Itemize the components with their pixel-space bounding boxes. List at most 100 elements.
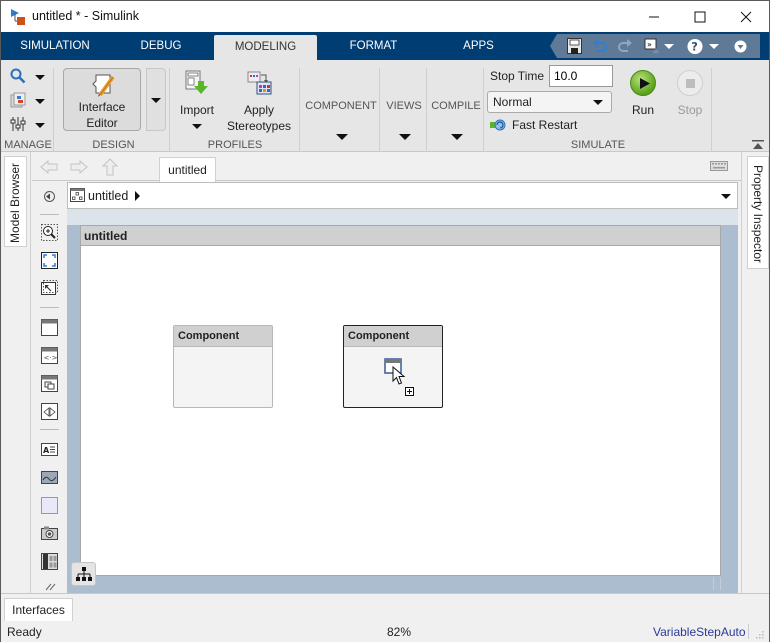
reference-component-icon[interactable]: <·> — [41, 347, 58, 364]
minimize-button[interactable] — [631, 1, 677, 32]
simulink-window: untitled * - Simulink SIMULATION DEBUG M… — [0, 0, 770, 642]
canvas-grip — [713, 577, 737, 590]
apply-stereotypes-button[interactable]: Apply Stereotypes — [224, 68, 294, 134]
area-icon[interactable] — [41, 497, 58, 514]
import-dropdown-icon — [192, 124, 202, 129]
adapter-icon[interactable] — [41, 403, 58, 420]
hierarchy-icon — [76, 567, 92, 581]
component-name: Component — [344, 326, 442, 347]
parameters-button[interactable] — [10, 116, 46, 134]
canvas-frame — [67, 225, 80, 576]
interface-editor-label-line2: Editor — [86, 116, 118, 130]
interfaces-tab[interactable]: Interfaces — [4, 598, 73, 622]
parameters-dropdown-icon — [35, 123, 45, 128]
keyboard-icon[interactable] — [710, 161, 728, 171]
screenshot-icon[interactable] — [41, 525, 58, 542]
parameters-icon — [10, 117, 26, 131]
section-label-views: VIEWS — [386, 100, 422, 112]
status-separator — [748, 624, 749, 639]
resize-grip-icon[interactable] — [756, 631, 764, 639]
model-settings-button[interactable] — [10, 92, 46, 110]
save-icon — [566, 38, 582, 54]
fit-to-view-icon[interactable] — [41, 252, 58, 269]
property-inspector-tab[interactable]: Property Inspector — [747, 156, 769, 269]
model-settings-dropdown-icon — [35, 99, 45, 104]
add-plus-icon — [405, 387, 414, 396]
ribbon-toolstrip: MANAGE Interface Editor DESIGN Import Ap… — [1, 60, 769, 152]
import-button[interactable]: Import — [177, 68, 217, 134]
breadcrumb-arrow-icon[interactable] — [135, 191, 140, 201]
close-button[interactable] — [723, 1, 769, 32]
stop-button[interactable] — [677, 70, 703, 96]
undo-icon — [593, 39, 607, 52]
solver-link[interactable]: VariableStepAuto — [653, 625, 746, 639]
maximize-icon — [694, 11, 706, 22]
interface-editor-button[interactable]: Interface Editor — [63, 68, 141, 131]
title-bar: untitled * - Simulink — [1, 1, 769, 32]
component-block[interactable]: Component — [173, 325, 273, 408]
collapse-ribbon-icon[interactable] — [752, 140, 764, 150]
close-icon — [740, 11, 752, 22]
redo-icon — [618, 39, 632, 52]
views-dropdown-icon — [399, 134, 411, 140]
variant-component-icon[interactable] — [41, 375, 58, 392]
model-icon — [70, 188, 85, 202]
hide-explorer-icon[interactable] — [41, 188, 58, 205]
zoom-in-icon[interactable] — [41, 224, 58, 241]
component-section-button[interactable]: COMPONENT — [302, 68, 380, 152]
undo-button[interactable] — [592, 37, 608, 55]
shortcuts-button[interactable]: » — [644, 37, 674, 55]
mouse-cursor-icon — [392, 366, 406, 385]
editor-nav-bar: untitled — [32, 152, 741, 182]
svg-text:<·>: <·> — [44, 354, 58, 362]
tab-apps[interactable]: APPS — [451, 32, 506, 60]
help-button[interactable]: ? — [687, 37, 719, 55]
find-button[interactable] — [10, 68, 46, 86]
simulation-mode-dropdown-icon — [593, 100, 603, 105]
right-dock: Property Inspector — [741, 152, 769, 593]
simulation-mode-select[interactable]: Normal — [487, 91, 612, 113]
design-dropdown-button[interactable] — [146, 68, 166, 131]
tab-debug[interactable]: DEBUG — [121, 32, 201, 60]
stop-icon — [686, 79, 695, 88]
find-dropdown-icon — [35, 75, 45, 80]
tab-modeling[interactable]: MODELING — [214, 35, 317, 60]
shortcuts-icon: » — [644, 38, 660, 54]
apply-stereotypes-icon — [247, 71, 272, 95]
address-bar[interactable]: untitled — [67, 182, 738, 209]
options-button[interactable] — [732, 37, 748, 55]
up-arrow-icon[interactable] — [102, 158, 118, 176]
component-name: Component — [174, 326, 272, 347]
tab-format[interactable]: FORMAT — [336, 32, 411, 60]
save-button[interactable] — [566, 37, 582, 55]
svg-text:»: » — [647, 40, 652, 49]
design-dropdown-icon — [151, 98, 161, 103]
palette-resize-grip-icon[interactable] — [45, 583, 56, 591]
model-browser-tab[interactable]: Model Browser — [4, 156, 27, 247]
back-arrow-icon[interactable] — [40, 160, 58, 174]
address-path[interactable]: untitled — [88, 189, 128, 203]
run-label: Run — [631, 103, 654, 117]
forward-arrow-icon[interactable] — [70, 160, 88, 174]
views-section-button[interactable]: VIEWS — [381, 68, 427, 152]
hierarchy-view-button[interactable] — [71, 562, 96, 586]
redo-button[interactable] — [617, 37, 633, 55]
zoom-100-icon[interactable] — [41, 280, 58, 297]
run-button[interactable] — [630, 70, 656, 96]
maximize-button[interactable] — [677, 1, 723, 32]
compile-section-button[interactable]: COMPILE — [428, 68, 484, 152]
tab-simulation[interactable]: SIMULATION — [11, 32, 99, 60]
stop-time-input[interactable] — [549, 65, 613, 87]
document-tab-untitled[interactable]: untitled — [159, 157, 216, 182]
component-icon[interactable] — [41, 319, 58, 336]
fast-restart-button[interactable]: Fast Restart — [490, 118, 577, 132]
address-dropdown-icon[interactable] — [721, 194, 731, 199]
annotation-icon[interactable]: A — [41, 441, 58, 458]
options-icon — [734, 40, 746, 52]
status-text: Ready — [7, 625, 42, 639]
image-icon[interactable] — [41, 469, 58, 486]
svg-text:A: A — [43, 446, 50, 455]
section-separator — [711, 68, 712, 152]
requirements-icon[interactable] — [41, 553, 58, 570]
component-block-selected[interactable]: Component — [343, 325, 443, 408]
